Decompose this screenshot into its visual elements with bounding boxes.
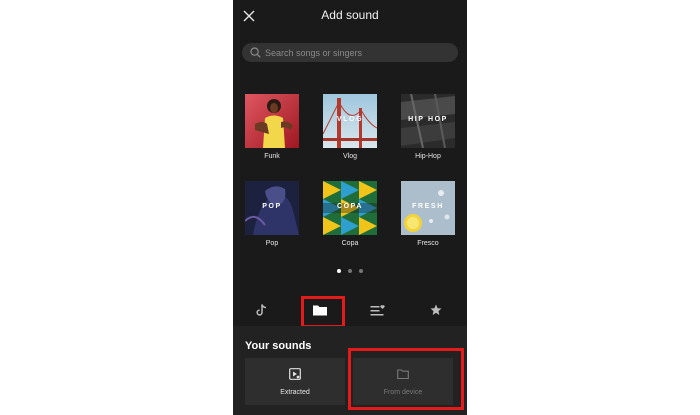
genre-fresco[interactable]: FRESH Fresco [401, 181, 455, 247]
genre-pop[interactable]: POP Pop [245, 181, 299, 247]
header: Add sound [233, 0, 467, 32]
page-dot-1[interactable] [337, 269, 341, 273]
page-title: Add sound [321, 8, 379, 22]
sound-source-tabs [233, 296, 467, 328]
genre-copa[interactable]: COPA Copa [323, 181, 377, 247]
pop-cover-text: POP [262, 203, 282, 210]
tab-tiktok[interactable] [242, 296, 282, 324]
from-device-highlight [348, 348, 464, 410]
vlog-cover-text: VLOG [336, 116, 364, 123]
fresco-cover-text: FRESH [412, 203, 444, 210]
tab-playlist-favorites[interactable] [358, 296, 398, 324]
extracted-button[interactable]: Extracted [245, 358, 345, 405]
genre-vlog[interactable]: VLOG Vlog [323, 94, 377, 160]
genre-name: Vlog [342, 153, 357, 160]
extracted-icon [289, 368, 301, 380]
extracted-label: Extracted [280, 389, 310, 396]
funk-cover [245, 94, 299, 148]
genre-name: Funk [264, 153, 280, 160]
hip-hop-cover-text: HIP HOP [408, 116, 448, 123]
page-dot-3[interactable] [359, 269, 363, 273]
page-indicator [335, 269, 365, 273]
genre-name: Pop [265, 240, 279, 247]
search-icon [250, 47, 261, 58]
hip-hop-cover: HIP HOP [401, 94, 455, 148]
search-bar[interactable] [242, 43, 458, 62]
folder-tab-highlight [301, 296, 345, 328]
star-icon [430, 304, 442, 315]
vlog-cover: VLOG [323, 94, 377, 148]
copa-cover: COPA [323, 181, 377, 235]
genre-funk[interactable]: Funk [245, 94, 299, 160]
genre-name: Hip-Hop [415, 153, 441, 160]
tiktok-icon [256, 304, 267, 316]
genre-hip-hop[interactable]: HIP HOP Hip-Hop [401, 94, 455, 160]
pop-cover: POP [245, 181, 299, 235]
genre-name: Fresco [417, 240, 439, 247]
page-dot-2[interactable] [348, 269, 352, 273]
search-input[interactable] [265, 43, 450, 62]
your-sounds-title: Your sounds [245, 340, 312, 352]
tab-starred[interactable] [416, 296, 456, 324]
copa-cover-text: COPA [336, 203, 364, 210]
playlist-heart-icon [370, 305, 385, 316]
fresco-cover: FRESH [401, 181, 455, 235]
genre-name: Copa [341, 240, 359, 247]
